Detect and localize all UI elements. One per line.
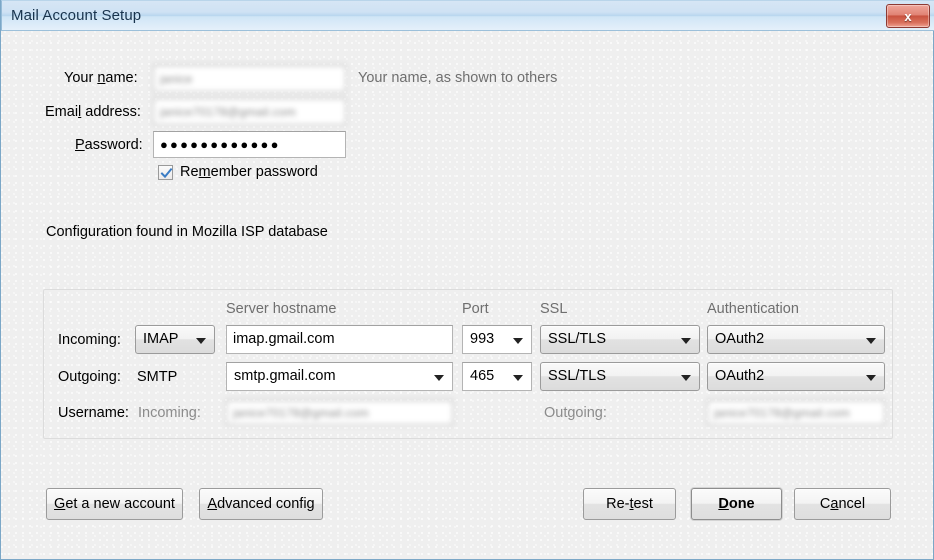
incoming-hostname-input[interactable]: imap.gmail.com xyxy=(226,325,453,354)
username-row-label: Username: xyxy=(58,405,129,421)
incoming-auth-select[interactable]: OAuth2 xyxy=(707,325,885,354)
advanced-config-button[interactable]: Advanced config xyxy=(199,488,323,520)
retest-label: Re-test xyxy=(606,496,653,512)
username-incoming-input[interactable]: janice70178@gmail.com xyxy=(226,400,453,425)
get-a-new-account-button[interactable]: Get a new account xyxy=(46,488,183,520)
retest-button[interactable]: Re-test xyxy=(583,488,676,520)
close-button[interactable]: x xyxy=(886,4,930,28)
chevron-down-icon xyxy=(513,374,523,381)
done-label: Done xyxy=(718,496,755,512)
column-header-ssl: SSL xyxy=(540,301,568,317)
outgoing-auth-select[interactable]: OAuth2 xyxy=(707,362,885,391)
incoming-auth-value: OAuth2 xyxy=(715,331,765,348)
incoming-row-label: Incoming: xyxy=(58,332,121,348)
incoming-ssl-select[interactable]: SSL/TLS xyxy=(540,325,700,354)
remember-password-row[interactable]: Remember password xyxy=(158,164,398,184)
outgoing-protocol-value: SMTP xyxy=(137,369,178,385)
password-input[interactable]: ●●●●●●●●●●●● xyxy=(153,131,346,158)
title-bar: Mail Account Setup x xyxy=(1,0,934,31)
advanced-config-label: Advanced config xyxy=(207,496,315,512)
incoming-port-value: 993 xyxy=(470,331,495,348)
chevron-down-icon xyxy=(681,374,691,381)
window-title: Mail Account Setup xyxy=(11,7,142,24)
password-label: Password: xyxy=(75,137,143,153)
your-name-label: Your name: xyxy=(64,70,138,86)
email-address-input[interactable]: janice70178@gmail.com xyxy=(153,98,346,125)
outgoing-row-label: Outgoing: xyxy=(58,369,121,385)
checkmark-icon xyxy=(160,167,173,179)
chevron-down-icon xyxy=(513,337,523,344)
remember-password-label: Remember password xyxy=(180,164,318,180)
column-header-port: Port xyxy=(462,301,489,317)
email-address-label: Email address: xyxy=(45,104,141,120)
outgoing-hostname-select[interactable]: smtp.gmail.com xyxy=(226,362,453,391)
column-header-auth: Authentication xyxy=(707,301,799,317)
username-outgoing-input[interactable]: janice70178@gmail.com xyxy=(707,400,885,425)
outgoing-port-select[interactable]: 465 xyxy=(462,362,532,391)
cancel-label: Cancel xyxy=(819,496,866,512)
outgoing-ssl-select[interactable]: SSL/TLS xyxy=(540,362,700,391)
incoming-port-select[interactable]: 993 xyxy=(462,325,532,354)
username-outgoing-label: Outgoing: xyxy=(544,405,607,421)
chevron-down-icon xyxy=(866,374,876,381)
config-status-message: Configuration found in Mozilla ISP datab… xyxy=(46,224,328,240)
remember-password-checkbox[interactable] xyxy=(158,165,173,180)
done-button[interactable]: Done xyxy=(691,488,782,520)
incoming-protocol-value: IMAP xyxy=(143,331,179,348)
column-header-hostname: Server hostname xyxy=(226,301,337,317)
chevron-down-icon xyxy=(196,337,206,344)
username-incoming-label: Incoming: xyxy=(138,405,201,421)
outgoing-hostname-value: smtp.gmail.com xyxy=(234,368,336,385)
outgoing-port-value: 465 xyxy=(470,368,495,385)
your-name-hint: Your name, as shown to others xyxy=(358,70,558,86)
incoming-protocol-select[interactable]: IMAP xyxy=(135,325,215,354)
get-a-new-account-label: Get a new account xyxy=(54,496,175,512)
outgoing-auth-value: OAuth2 xyxy=(715,368,765,385)
cancel-button[interactable]: Cancel xyxy=(794,488,891,520)
password-masked-value: ●●●●●●●●●●●● xyxy=(160,137,281,152)
chevron-down-icon xyxy=(866,337,876,344)
chevron-down-icon xyxy=(434,374,444,381)
chevron-down-icon xyxy=(681,337,691,344)
your-name-input[interactable]: janice xyxy=(153,65,346,92)
incoming-ssl-value: SSL/TLS xyxy=(548,331,607,348)
close-icon: x xyxy=(904,8,912,24)
outgoing-ssl-value: SSL/TLS xyxy=(548,368,607,385)
mail-account-setup-dialog: Mail Account Setup x Your name: janice Y… xyxy=(0,0,934,560)
